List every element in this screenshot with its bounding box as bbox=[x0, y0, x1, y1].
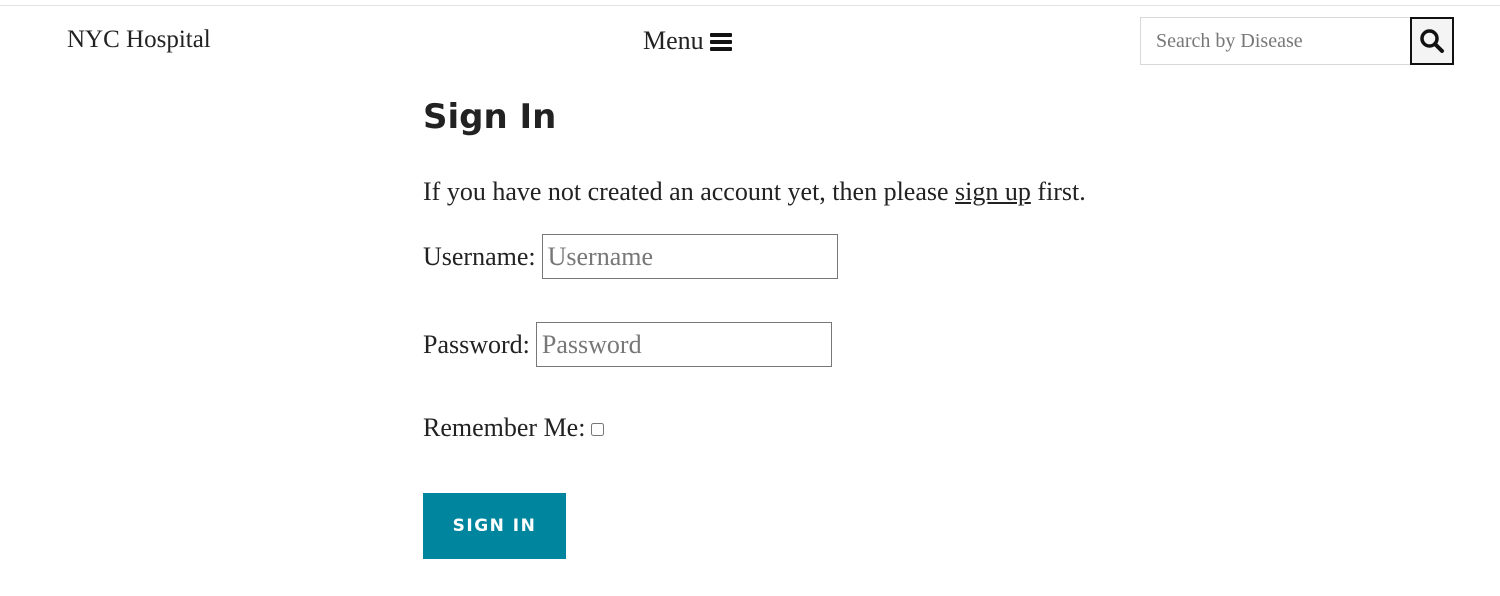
remember-row: Remember Me: bbox=[423, 413, 1223, 443]
signin-section: Sign In If you have not created an accou… bbox=[423, 95, 1223, 559]
password-field[interactable] bbox=[535, 322, 832, 367]
intro-text-after: first. bbox=[1030, 177, 1086, 206]
intro-text: If you have not created an account yet, … bbox=[423, 177, 1223, 207]
password-label: Password: bbox=[423, 329, 530, 359]
remember-checkbox[interactable] bbox=[591, 422, 605, 436]
username-label: Username: bbox=[423, 241, 536, 271]
intro-text-before: If you have not created an account yet, … bbox=[423, 177, 956, 206]
hamburger-icon bbox=[709, 33, 732, 51]
search-button[interactable] bbox=[1410, 17, 1454, 65]
brand-link[interactable]: NYC Hospital bbox=[67, 26, 211, 54]
menu-toggle[interactable]: Menu bbox=[643, 26, 732, 56]
remember-label: Remember Me: bbox=[423, 413, 586, 442]
search-icon bbox=[1420, 29, 1444, 53]
search-form bbox=[1140, 17, 1454, 65]
sign-in-button[interactable]: SIGN IN bbox=[423, 493, 566, 559]
username-row: Username: bbox=[423, 234, 1223, 279]
menu-label: Menu bbox=[643, 26, 704, 55]
top-divider bbox=[0, 5, 1500, 6]
search-input[interactable] bbox=[1140, 17, 1410, 65]
password-row: Password: bbox=[423, 322, 1223, 367]
page-title: Sign In bbox=[423, 97, 557, 137]
sign-up-link[interactable]: sign up bbox=[955, 177, 1031, 206]
username-field[interactable] bbox=[541, 234, 838, 279]
